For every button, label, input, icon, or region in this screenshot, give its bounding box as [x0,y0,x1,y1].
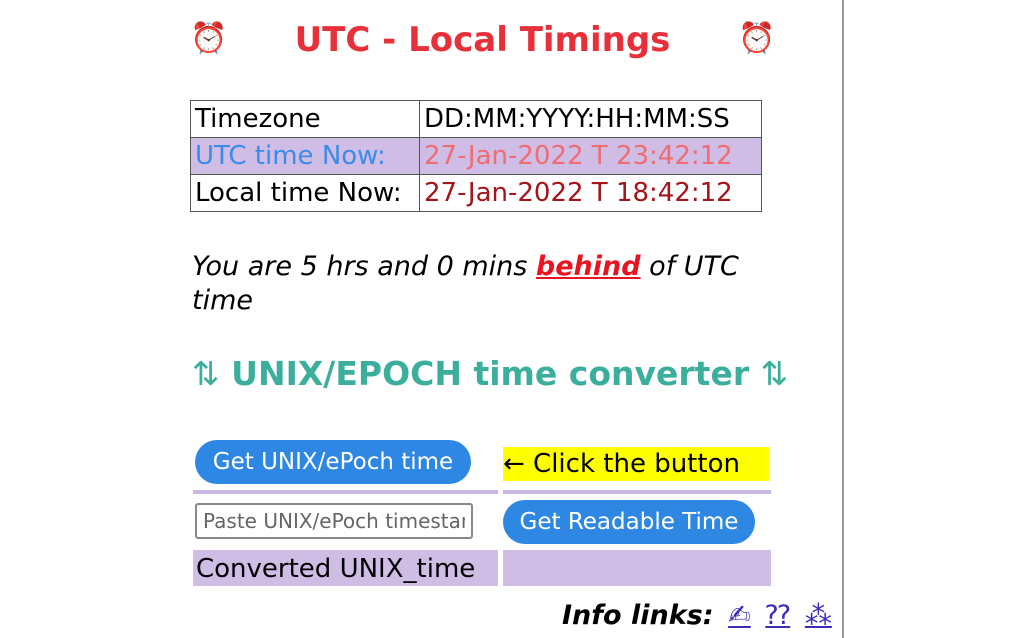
swap-arrows-icon: ⇅ [760,354,789,393]
get-unix-time-button[interactable]: Get UNIX/ePoch time [195,440,471,484]
difference-prefix: You are 5 hrs and 0 mins [192,251,536,282]
time-table: Timezone DD:MM:YYYY:HH:MM:SS UTC time No… [190,100,762,212]
converter-title: ⇅ UNIX/EPOCH time converter ⇅ [192,352,788,396]
info-links-label: Info links: [562,600,714,631]
alarm-clock-icon: ⏰ [738,21,776,56]
page-title: UTC - Local Timings [294,20,671,60]
converter-title-text: UNIX/EPOCH time converter [231,354,750,393]
local-row: Local time Now: 27-Jan-2022 T 18:42:12 [190,174,762,212]
header-timezone: Timezone [190,100,420,138]
utc-label: UTC time Now: [190,137,420,175]
divider [193,490,498,494]
utc-row: UTC time Now: 27-Jan-2022 T 23:42:12 [190,137,762,175]
epoch-timestamp-input[interactable] [195,503,473,539]
question-link-icon[interactable]: ⁇ [765,600,790,631]
get-readable-time-button[interactable]: Get Readable Time [503,500,755,544]
difference-direction: behind [535,251,641,282]
header: ⏰ UTC - Local Timings ⏰ [190,16,775,66]
converted-time-label: Converted UNIX_time [193,550,498,586]
window-border [842,0,844,638]
divider [503,490,771,494]
time-difference-text: You are 5 hrs and 0 mins behind of UTC t… [192,250,792,318]
table-header-row: Timezone DD:MM:YYYY:HH:MM:SS [190,100,762,138]
utc-value: 27-Jan-2022 T 23:42:12 [419,137,762,175]
header-format: DD:MM:YYYY:HH:MM:SS [419,100,762,138]
local-label: Local time Now: [190,174,420,212]
info-links: Info links: ✍ ⁇ ⁂ [562,598,832,634]
swap-arrows-icon: ⇅ [192,354,220,393]
converted-time-value [503,550,771,586]
asterism-link-icon[interactable]: ⁂ [805,600,832,631]
click-hint: ← Click the button [503,447,769,481]
writing-hand-link-icon[interactable]: ✍ [728,600,751,631]
local-value: 27-Jan-2022 T 18:42:12 [419,174,762,212]
